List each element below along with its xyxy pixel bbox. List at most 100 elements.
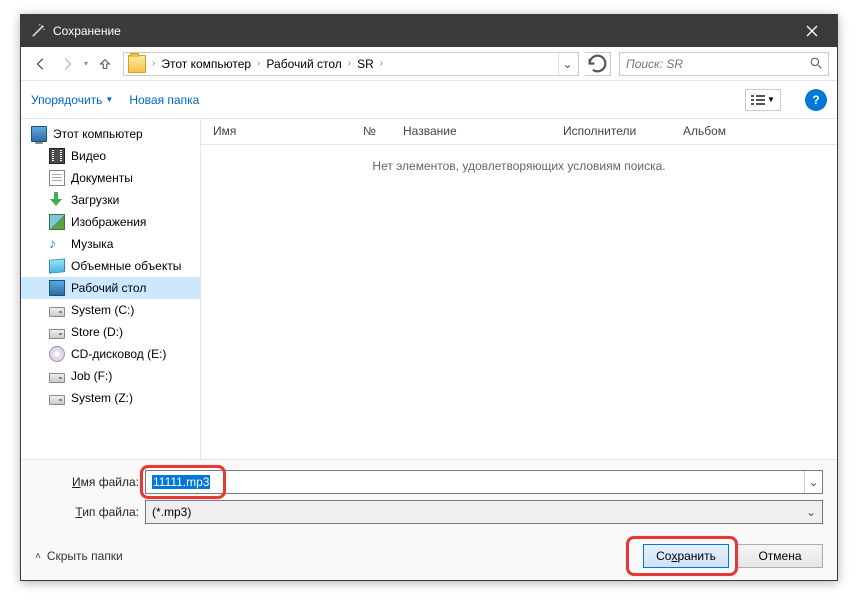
drive-icon [49, 395, 65, 405]
tree-item-label: CD-дисковод (E:) [71, 347, 166, 361]
img-icon [49, 214, 65, 230]
desk-icon [49, 280, 65, 296]
tree-item-label: Документы [71, 171, 133, 185]
chevron-down-icon: ▼ [105, 95, 113, 104]
file-list-area: Имя№НазваниеИсполнителиАльбом Нет элемен… [201, 119, 837, 459]
folder-icon [128, 55, 146, 73]
filename-row: Имя файла: 11111.mp3 ⌄ [35, 470, 823, 494]
column-header[interactable]: Альбом [671, 119, 791, 144]
filename-label: Имя файла: [35, 475, 145, 489]
filetype-value: (*.mp3) [152, 505, 191, 519]
tree-item-label: Job (F:) [71, 369, 112, 383]
bottom-panel: Имя файла: 11111.mp3 ⌄ Тип файла: (*.mp3… [21, 459, 837, 580]
organize-label: Упорядочить [31, 93, 102, 107]
filename-input[interactable]: 11111.mp3 [146, 475, 804, 489]
view-options[interactable]: ▼ [745, 89, 781, 111]
tree-item[interactable]: Store (D:) [21, 321, 200, 343]
tree-item[interactable]: Документы [21, 167, 200, 189]
search-icon[interactable] [804, 57, 828, 70]
action-row: ˄ Скрыть папки Сохранить Отмена [35, 530, 823, 568]
search-input[interactable] [620, 57, 804, 71]
filetype-combo[interactable]: (*.mp3) ⌄ [145, 500, 823, 524]
column-header[interactable]: Имя [201, 119, 351, 144]
refresh-button[interactable] [585, 52, 611, 76]
close-icon [806, 25, 818, 37]
filename-input-wrap[interactable]: 11111.mp3 ⌄ [145, 470, 823, 494]
up-button[interactable] [93, 52, 117, 76]
drive-icon [49, 373, 65, 383]
hide-folders-toggle[interactable]: ˄ Скрыть папки [35, 549, 123, 563]
tree-item-label: Музыка [71, 237, 113, 251]
drive-icon [49, 307, 65, 317]
chevron-down-icon: ▼ [767, 95, 775, 104]
tree-item[interactable]: Этот компьютер [21, 123, 200, 145]
filename-dropdown[interactable]: ⌄ [804, 471, 822, 493]
organize-menu[interactable]: Упорядочить▼ [31, 93, 113, 107]
middle-pane: Этот компьютер Видео Документы Загрузки Изоб… [21, 119, 837, 459]
tree-item-label: System (Z:) [71, 391, 133, 405]
tree-item-label: System (C:) [71, 303, 134, 317]
history-chevron-icon[interactable]: ▾ [81, 59, 91, 68]
address-dropdown[interactable]: ⌄ [558, 53, 576, 75]
tree-item[interactable]: Job (F:) [21, 365, 200, 387]
tree-item[interactable]: Видео [21, 145, 200, 167]
dl-icon [49, 192, 65, 208]
folder-tree[interactable]: Этот компьютер Видео Документы Загрузки Изоб… [21, 119, 201, 459]
tree-item[interactable]: Рабочий стол [21, 277, 200, 299]
chevron-right-icon: › [376, 58, 387, 69]
refresh-icon [585, 51, 610, 76]
filetype-row: Тип файла: (*.mp3) ⌄ [35, 500, 823, 524]
dialog-title: Сохранение [53, 24, 789, 38]
tree-item-label: Изображения [71, 215, 146, 229]
back-button[interactable] [29, 52, 53, 76]
column-header[interactable]: Название [391, 119, 551, 144]
close-button[interactable] [789, 15, 835, 47]
column-headers: Имя№НазваниеИсполнителиАльбом [201, 119, 837, 145]
tree-item-label: Рабочий стол [71, 281, 146, 295]
hide-folders-label: Скрыть папки [47, 549, 123, 563]
doc-icon [49, 170, 65, 186]
pc-icon [31, 126, 47, 142]
view-icon [751, 94, 765, 106]
breadcrumb-item[interactable]: Рабочий стол [264, 57, 343, 71]
chevron-right-icon: › [148, 58, 159, 69]
save-button[interactable]: Сохранить [643, 544, 729, 568]
drive-icon [49, 329, 65, 339]
tree-item[interactable]: System (Z:) [21, 387, 200, 409]
save-dialog: Сохранение ▾ › Этот компьютер › Рабочий … [20, 14, 838, 581]
breadcrumb-item[interactable]: Этот компьютер [159, 57, 253, 71]
tree-item-label: Этот компьютер [53, 127, 143, 141]
tree-item[interactable]: Изображения [21, 211, 200, 233]
new-folder-label: Новая папка [129, 93, 199, 107]
tree-item[interactable]: CD-дисковод (E:) [21, 343, 200, 365]
cd-icon [49, 346, 65, 362]
chevron-up-icon: ˄ [35, 551, 41, 562]
video-icon [49, 148, 65, 164]
breadcrumb[interactable]: › Этот компьютер › Рабочий стол › SR › ⌄ [123, 52, 579, 76]
titlebar: Сохранение [21, 15, 837, 47]
chevron-right-icon: › [344, 58, 355, 69]
music-icon: ♪ [49, 236, 65, 252]
chevron-down-icon: ⌄ [806, 505, 816, 519]
cancel-button[interactable]: Отмена [737, 544, 823, 568]
tree-item-label: Видео [71, 149, 106, 163]
filetype-label: Тип файла: [35, 505, 145, 519]
app-icon [31, 24, 45, 38]
toolbar: Упорядочить▼ Новая папка ▼ ? [21, 81, 837, 119]
tree-item[interactable]: System (C:) [21, 299, 200, 321]
tree-item-label: Объемные объекты [71, 259, 181, 273]
filename-value: 11111.mp3 [152, 475, 210, 489]
column-header[interactable]: № [351, 119, 391, 144]
column-header[interactable]: Исполнители [551, 119, 671, 144]
chevron-right-icon: › [253, 58, 264, 69]
tree-item-label: Store (D:) [71, 325, 123, 339]
new-folder-button[interactable]: Новая папка [129, 93, 199, 107]
tree-item[interactable]: Объемные объекты [21, 255, 200, 277]
tree-item[interactable]: ♪ Музыка [21, 233, 200, 255]
tree-item[interactable]: Загрузки [21, 189, 200, 211]
breadcrumb-item[interactable]: SR [355, 57, 376, 71]
help-button[interactable]: ? [805, 89, 827, 111]
tree-item-label: Загрузки [71, 193, 119, 207]
forward-button[interactable] [55, 52, 79, 76]
search-box[interactable] [619, 52, 829, 76]
